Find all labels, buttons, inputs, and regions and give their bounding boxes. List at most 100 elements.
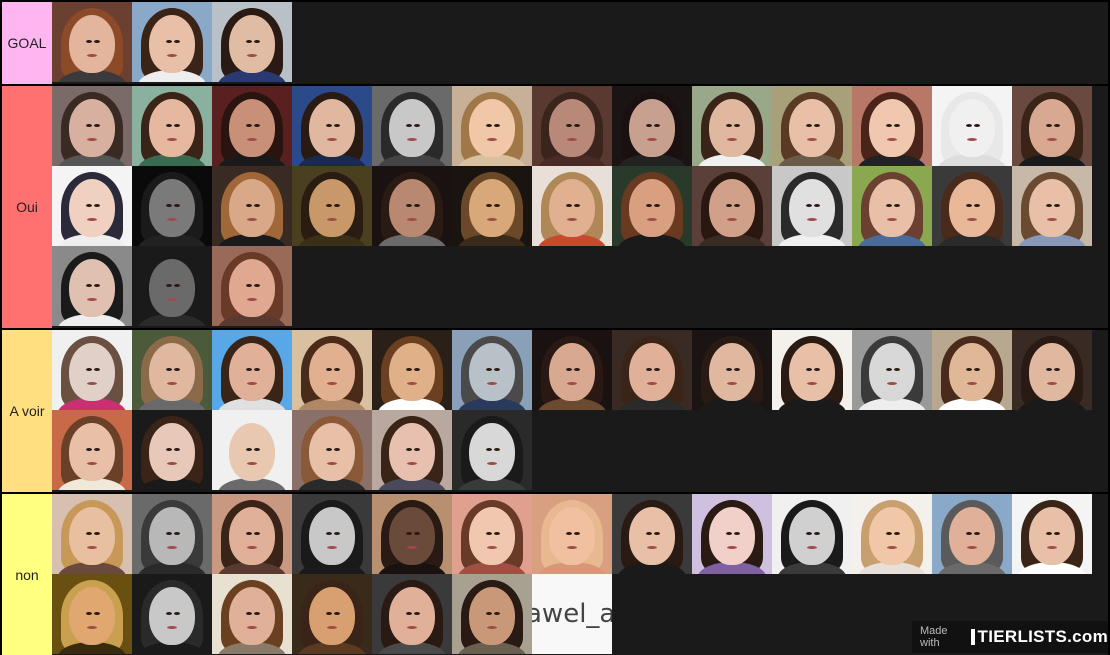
- portrait-mouth: [167, 138, 177, 141]
- tier-item-photo[interactable]: [612, 86, 692, 166]
- tier-item-photo[interactable]: [1012, 494, 1092, 574]
- tier-item-photo[interactable]: [372, 86, 452, 166]
- tier-item-photo[interactable]: [1012, 86, 1092, 166]
- tier-item-photo[interactable]: [292, 410, 372, 490]
- tier-item-photo[interactable]: [52, 166, 132, 246]
- tier-label[interactable]: Oui: [2, 86, 52, 328]
- portrait-mouth: [87, 298, 97, 301]
- tier-item-photo[interactable]: [372, 494, 452, 574]
- tier-item-photo[interactable]: [372, 574, 452, 654]
- tier-item-photo[interactable]: [532, 86, 612, 166]
- made-with-label: Made with: [920, 625, 948, 649]
- tierlists-brand: TIERLISTS.com: [977, 627, 1108, 646]
- tier-item-photo[interactable]: [132, 574, 212, 654]
- portrait-face: [69, 586, 115, 645]
- tier-item-photo[interactable]: [772, 86, 852, 166]
- tier-item-photo[interactable]: [212, 166, 292, 246]
- tier-item-photo[interactable]: [132, 246, 212, 326]
- tier-item-photo[interactable]: [692, 330, 772, 410]
- tier-item-photo[interactable]: [132, 86, 212, 166]
- tier-item-photo[interactable]: [692, 86, 772, 166]
- tier-item-photo[interactable]: [212, 330, 292, 410]
- tier-item-photo[interactable]: [212, 246, 292, 326]
- portrait-face: [869, 98, 915, 157]
- tierlists-watermark[interactable]: Made with TIERLISTS.com: [912, 621, 1108, 653]
- tier-item-photo[interactable]: [292, 494, 372, 574]
- tier-item-photo[interactable]: [852, 86, 932, 166]
- tier-item-photo[interactable]: [52, 86, 132, 166]
- tier-item-photo[interactable]: [772, 166, 852, 246]
- tier-item-photo[interactable]: [52, 330, 132, 410]
- tier-item-photo[interactable]: [612, 330, 692, 410]
- tier-item-photo[interactable]: [852, 166, 932, 246]
- tier-item-photo[interactable]: [692, 494, 772, 574]
- tier-item-photo[interactable]: [372, 330, 452, 410]
- tier-item-photo[interactable]: [52, 494, 132, 574]
- tier-item-photo[interactable]: [612, 494, 692, 574]
- portrait-mouth: [807, 546, 817, 549]
- tier-item-photo[interactable]: [932, 494, 1012, 574]
- tier-item-photo[interactable]: [292, 330, 372, 410]
- portrait-mouth: [167, 462, 177, 465]
- portrait-face: [1029, 98, 1075, 157]
- tier-item-photo[interactable]: [132, 166, 212, 246]
- tier-item-photo[interactable]: [452, 410, 532, 490]
- tier-item-photo[interactable]: [932, 166, 1012, 246]
- tier-item-photo[interactable]: [372, 410, 452, 490]
- tier-item-photo[interactable]: [372, 166, 452, 246]
- tier-item-photo[interactable]: [932, 330, 1012, 410]
- portrait-face: [869, 178, 915, 237]
- tier-label[interactable]: GOAL: [2, 2, 52, 84]
- tier-item-photo[interactable]: [212, 574, 292, 654]
- tier-item-photo[interactable]: [852, 330, 932, 410]
- portrait-face: [709, 98, 755, 157]
- tier-item-photo[interactable]: [452, 574, 532, 654]
- tier-item-photo[interactable]: [532, 494, 612, 574]
- tier-item-photo[interactable]: [132, 410, 212, 490]
- tier-item-photo[interactable]: [532, 166, 612, 246]
- tier-item-photo[interactable]: [132, 494, 212, 574]
- tier-item-photo[interactable]: [612, 166, 692, 246]
- tier-row: Oui: [2, 86, 1108, 328]
- portrait-mouth: [807, 138, 817, 141]
- tier-item-photo[interactable]: [452, 166, 532, 246]
- tier-item-photo[interactable]: [932, 86, 1012, 166]
- tier-item-photo[interactable]: [452, 330, 532, 410]
- tier-item-photo[interactable]: [532, 330, 612, 410]
- tier-item-photo[interactable]: [132, 330, 212, 410]
- tier-item-photo[interactable]: [212, 410, 292, 490]
- tier-item-photo[interactable]: [52, 410, 132, 490]
- tier-item-photo[interactable]: [1012, 330, 1092, 410]
- portrait-mouth: [407, 218, 417, 221]
- tier-item-photo[interactable]: [452, 494, 532, 574]
- tier-item-photo[interactable]: [452, 86, 532, 166]
- tier-item-photo[interactable]: [692, 166, 772, 246]
- tier-item-photo[interactable]: [1012, 166, 1092, 246]
- tier-item-photo[interactable]: [852, 494, 932, 574]
- portrait-mouth: [1047, 546, 1057, 549]
- tier-item-photo[interactable]: [292, 86, 372, 166]
- portrait-mouth: [567, 218, 577, 221]
- tier-item-photo[interactable]: [52, 246, 132, 326]
- tier-item-photo[interactable]: [212, 86, 292, 166]
- tier-item-photo[interactable]: [292, 574, 372, 654]
- tier-item-photo[interactable]: [292, 166, 372, 246]
- tier-label[interactable]: A voir: [2, 330, 52, 492]
- tier-item-photo[interactable]: awel_a: [532, 574, 612, 654]
- portrait-mouth: [567, 382, 577, 385]
- tier-item-photo[interactable]: [772, 494, 852, 574]
- portrait-mouth: [327, 382, 337, 385]
- portrait-mouth: [167, 54, 177, 57]
- tier-item-photo[interactable]: [132, 2, 212, 82]
- tier-item-photo[interactable]: [212, 494, 292, 574]
- tier-item-photo[interactable]: [772, 330, 852, 410]
- tier-label[interactable]: non: [2, 494, 52, 655]
- portrait-mouth: [87, 138, 97, 141]
- tier-item-photo[interactable]: [52, 574, 132, 654]
- portrait-mouth: [487, 138, 497, 141]
- portrait-face: [69, 98, 115, 157]
- portrait-mouth: [727, 382, 737, 385]
- portrait-face: [229, 586, 275, 645]
- tier-item-photo[interactable]: [52, 2, 132, 82]
- tier-item-photo[interactable]: [212, 2, 292, 82]
